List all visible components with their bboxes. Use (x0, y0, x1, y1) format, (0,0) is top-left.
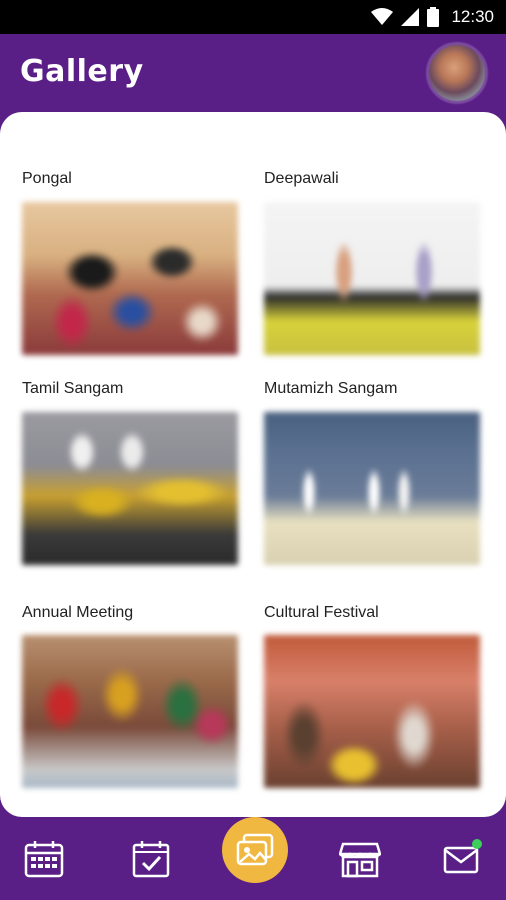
gallery-thumbnail[interactable] (22, 202, 238, 355)
gallery-item-pongal[interactable]: Pongal (22, 169, 238, 355)
gallery-icon (236, 833, 274, 866)
gallery-item-deepawali[interactable]: Deepawali (264, 169, 480, 355)
gallery-item-tamil-sangam[interactable]: Tamil Sangam (22, 379, 238, 565)
gallery-item-label: Deepawali (264, 170, 339, 187)
nav-gallery[interactable] (222, 817, 288, 883)
cellular-signal-icon (401, 8, 420, 26)
gallery-item-annual-meeting[interactable]: Annual Meeting (22, 603, 238, 788)
store-icon (339, 842, 381, 878)
bottom-nav (0, 817, 506, 900)
avatar[interactable] (426, 42, 488, 104)
wifi-icon (371, 8, 394, 25)
checklist-icon (132, 841, 170, 878)
notification-badge (472, 839, 482, 849)
gallery-grid: Pongal Deepawali Tamil Sangam Mutamizh S… (0, 112, 506, 817)
gallery-thumbnail[interactable] (22, 412, 238, 565)
app-bar: Gallery (0, 34, 506, 112)
gallery-item-label: Tamil Sangam (22, 380, 124, 397)
battery-icon (427, 7, 440, 27)
gallery-item-label: Mutamizh Sangam (264, 380, 398, 397)
gallery-item-cultural-festival[interactable]: Cultural Festival (264, 603, 480, 788)
gallery-item-label: Cultural Festival (264, 604, 379, 621)
status-icons: 12:30 (371, 7, 494, 27)
gallery-item-label: Pongal (22, 170, 72, 187)
nav-store[interactable] (330, 829, 390, 889)
gallery-thumbnail[interactable] (264, 412, 480, 565)
gallery-thumbnail[interactable] (264, 635, 480, 788)
gallery-item-mutamizh-sangam[interactable]: Mutamizh Sangam (264, 379, 480, 565)
nav-calendar[interactable] (14, 829, 74, 889)
page-title: Gallery (20, 54, 144, 89)
calendar-icon (24, 841, 64, 878)
nav-tasks[interactable] (121, 829, 181, 889)
nav-messages[interactable] (432, 829, 492, 889)
status-time: 12:30 (451, 7, 494, 26)
gallery-thumbnail[interactable] (264, 202, 480, 355)
gallery-thumbnail[interactable] (22, 635, 238, 788)
status-bar: 12:30 (0, 0, 506, 34)
gallery-item-label: Annual Meeting (22, 604, 134, 621)
